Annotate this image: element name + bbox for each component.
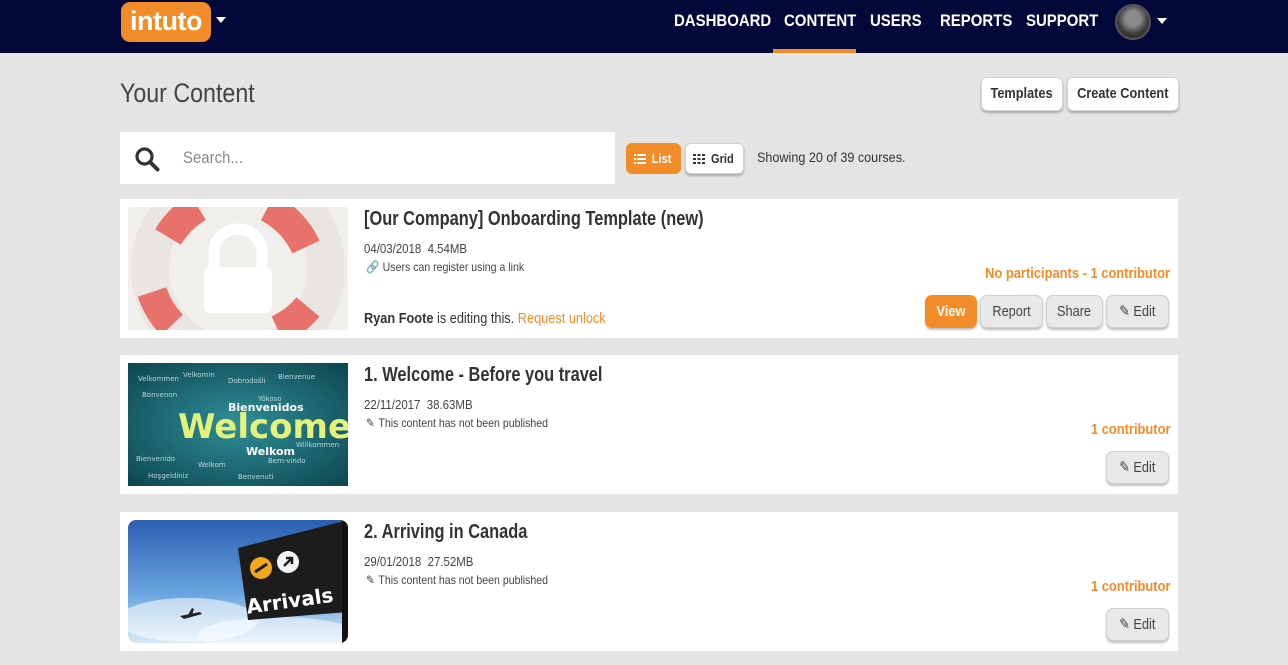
course-contributors: No participants - 1 contributor xyxy=(985,265,1170,282)
pencil-icon: ✎ xyxy=(1119,616,1131,633)
nav-users[interactable]: USERS xyxy=(870,0,922,53)
svg-text:Bienvenue: Bienvenue xyxy=(278,373,315,381)
course-card[interactable]: Velkommen Velkomin Dobrodošli Bienvenue Bon… xyxy=(120,355,1178,494)
course-thumbnail-welcome: Velkommen Velkomin Dobrodošli Bienvenue Bon… xyxy=(128,363,348,486)
course-thumbnail-arrivals: Arrivals xyxy=(128,520,348,643)
svg-text:Dobrodošli: Dobrodošli xyxy=(228,377,265,385)
grid-view-toggle[interactable]: Grid xyxy=(685,143,744,174)
link-icon: 🔗 xyxy=(366,260,380,274)
nav-reports[interactable]: REPORTS xyxy=(940,0,1012,53)
nav-support[interactable]: SUPPORT xyxy=(1026,0,1098,53)
user-menu-caret-icon[interactable] xyxy=(1157,18,1167,24)
intuto-logo[interactable]: intuto xyxy=(121,2,211,42)
pencil-icon: ✎ xyxy=(1119,459,1131,476)
page-title: Your Content xyxy=(120,78,255,108)
course-date-size: 04/03/2018 4.54MB xyxy=(364,241,468,256)
search-icon[interactable] xyxy=(134,146,160,172)
view-button[interactable]: View xyxy=(925,295,977,328)
arrivals-sign-image: Arrivals xyxy=(128,520,348,643)
course-contributors: 1 contributor xyxy=(1090,578,1170,595)
course-date-size: 22/11/2017 38.63MB xyxy=(364,397,473,412)
course-card[interactable]: [Our Company] Onboarding Template (new) … xyxy=(120,199,1178,338)
nav-dashboard[interactable]: DASHBOARD xyxy=(674,0,771,53)
nav-content[interactable]: CONTENT xyxy=(784,0,856,53)
course-date-size: 29/01/2018 27.52MB xyxy=(364,554,474,569)
list-view-toggle[interactable]: List xyxy=(626,143,681,174)
pencil-icon: ✎ xyxy=(1119,303,1131,320)
grid-icon xyxy=(693,154,706,164)
svg-text:Bienvenido: Bienvenido xyxy=(136,455,175,463)
list-icon xyxy=(634,154,647,164)
course-card[interactable]: Arrivals 2. Arriving in Canada 29/01/201… xyxy=(120,512,1178,651)
edit-button[interactable]: ✎ Edit xyxy=(1106,608,1169,641)
pencil-icon: ✎ xyxy=(366,416,375,430)
logo-dropdown-caret-icon[interactable] xyxy=(216,17,226,23)
search-input[interactable] xyxy=(183,144,553,172)
course-title[interactable]: [Our Company] Onboarding Template (new) xyxy=(364,208,704,231)
lifebuoy-image xyxy=(128,207,348,330)
user-avatar[interactable] xyxy=(1115,4,1151,40)
editing-notice: Ryan Foote is editing this. Request unlo… xyxy=(364,310,606,327)
active-nav-indicator xyxy=(773,49,856,53)
course-title[interactable]: 1. Welcome - Before you travel xyxy=(364,364,602,387)
top-navbar: intuto DASHBOARD CONTENT USERS REPORTS S… xyxy=(0,0,1288,53)
course-contributors: 1 contributor xyxy=(1090,421,1170,438)
svg-text:Velkommen: Velkommen xyxy=(138,375,179,383)
welcome-word-cloud-image: Velkommen Velkomin Dobrodošli Bienvenue Bon… xyxy=(128,363,348,486)
svg-text:Welkom: Welkom xyxy=(246,445,295,458)
course-title[interactable]: 2. Arriving in Canada xyxy=(364,521,527,544)
svg-text:Bonvenon: Bonvenon xyxy=(142,391,177,399)
create-content-button[interactable]: Create Content xyxy=(1067,77,1179,111)
course-publish-status: ✎ This content has not been published xyxy=(366,416,549,430)
svg-text:Welkom: Welkom xyxy=(198,461,226,469)
svg-text:Velkomin: Velkomin xyxy=(183,371,215,379)
svg-text:Bienvenidos: Bienvenidos xyxy=(228,401,304,414)
course-registration-note: 🔗 Users can register using a link xyxy=(366,260,525,274)
course-publish-status: ✎ This content has not been published xyxy=(366,573,549,587)
svg-text:Bem-vindo: Bem-vindo xyxy=(268,457,306,465)
course-thumbnail-lifebuoy xyxy=(128,207,348,330)
request-unlock-link[interactable]: Request unlock xyxy=(518,310,606,327)
edit-button[interactable]: ✎ Edit xyxy=(1106,451,1169,484)
search-box xyxy=(120,132,615,184)
report-button[interactable]: Report xyxy=(980,295,1043,328)
share-button[interactable]: Share xyxy=(1046,295,1103,328)
templates-button[interactable]: Templates xyxy=(981,77,1063,111)
edit-button[interactable]: ✎ Edit xyxy=(1106,295,1169,328)
svg-text:Benvenuti: Benvenuti xyxy=(238,473,274,481)
results-count: Showing 20 of 39 courses. xyxy=(757,149,906,165)
pencil-icon: ✎ xyxy=(366,573,375,587)
svg-text:Hoşgeldiniz: Hoşgeldiniz xyxy=(148,472,189,480)
